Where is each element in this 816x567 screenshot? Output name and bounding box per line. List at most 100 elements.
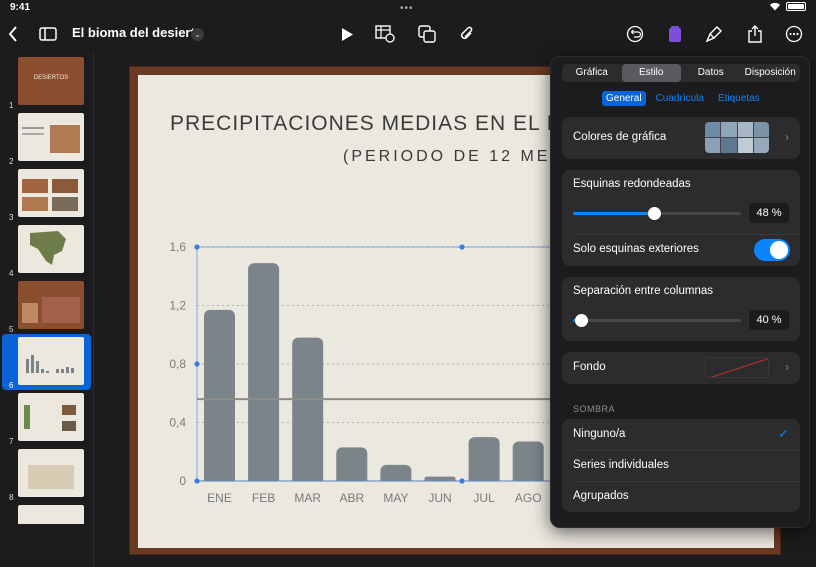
shadow-option-label: Agrupados bbox=[573, 490, 629, 502]
x-tick-label: JUL bbox=[473, 491, 495, 505]
selection-handle bbox=[194, 244, 200, 250]
slider-fill bbox=[573, 212, 654, 215]
tab-estilo[interactable]: Estilo bbox=[621, 64, 681, 82]
bar bbox=[248, 263, 280, 487]
format-tabs: Gráfica Estilo Datos Disposición bbox=[562, 64, 800, 82]
x-tick-label: ENE bbox=[207, 491, 232, 505]
slide-7-thumb bbox=[18, 393, 84, 441]
slide-number: 6 bbox=[9, 381, 14, 390]
multitask-dots[interactable]: ••• bbox=[400, 3, 414, 14]
document-title[interactable]: El bioma del desierto bbox=[72, 25, 203, 40]
chart-colors-swatch bbox=[705, 122, 769, 153]
paperclip-icon[interactable] bbox=[458, 16, 476, 52]
share-icon[interactable] bbox=[745, 16, 765, 52]
slide-2-thumb bbox=[18, 113, 84, 161]
more-options-icon[interactable] bbox=[784, 16, 804, 52]
format-paintbrush-icon[interactable] bbox=[704, 16, 724, 52]
selection-handle bbox=[459, 244, 465, 250]
y-tick-label: 1,2 bbox=[169, 299, 186, 313]
tab-disposicion[interactable]: Disposición bbox=[741, 64, 801, 82]
slide-thumbnail-1[interactable]: DESIERTOS 1 bbox=[0, 54, 94, 110]
play-icon[interactable] bbox=[338, 16, 356, 52]
sidebar-toggle-icon[interactable] bbox=[38, 16, 58, 52]
chart-colors-row[interactable]: Colores de gráfica › bbox=[562, 117, 800, 159]
slide-thumbnail-2[interactable]: 2 bbox=[0, 110, 94, 166]
slider-knob[interactable] bbox=[575, 314, 589, 327]
slide-1-thumb-title: DESIERTOS bbox=[33, 75, 69, 81]
slide-thumbnail-9[interactable] bbox=[0, 502, 94, 524]
outer-corners-toggle[interactable] bbox=[754, 239, 790, 261]
slide-number: 1 bbox=[9, 101, 14, 110]
y-tick-label: 0,8 bbox=[169, 357, 186, 371]
slide-thumbnail-7[interactable]: 7 bbox=[0, 390, 94, 446]
slide-number: 4 bbox=[9, 269, 14, 278]
collaboration-icon[interactable] bbox=[665, 16, 685, 52]
selection-handle bbox=[194, 478, 200, 484]
bar bbox=[468, 437, 500, 487]
x-tick-label: MAR bbox=[294, 491, 321, 505]
subtab-general[interactable]: General bbox=[602, 91, 646, 106]
subtab-cuadricula[interactable]: Cuadrícula bbox=[652, 91, 708, 106]
column-gap-value[interactable]: 40 % bbox=[749, 310, 789, 330]
slide-5-thumb bbox=[18, 281, 84, 329]
x-tick-label: ABR bbox=[339, 491, 364, 505]
slider-knob[interactable] bbox=[647, 207, 661, 220]
slide-thumbnail-3[interactable]: 3 bbox=[0, 166, 94, 222]
bar bbox=[512, 441, 544, 487]
background-row[interactable]: Fondo › bbox=[562, 352, 800, 384]
checkmark-icon: ✓ bbox=[778, 426, 789, 441]
wifi-icon bbox=[770, 2, 780, 11]
slide-number: 7 bbox=[9, 437, 14, 446]
slide-9-thumb bbox=[18, 505, 84, 524]
outer-corners-label: Solo esquinas exteriores bbox=[573, 243, 699, 255]
slide-6-thumb bbox=[18, 337, 84, 385]
slide-4-thumb bbox=[18, 225, 84, 273]
insert-table-icon[interactable] bbox=[374, 16, 396, 52]
background-label: Fondo bbox=[573, 361, 606, 373]
rounded-corners-value[interactable]: 48 % bbox=[749, 203, 789, 223]
slide-thumbnail-8[interactable]: 8 bbox=[0, 446, 94, 502]
y-tick-label: 0,4 bbox=[169, 416, 186, 430]
rounded-corners-slider[interactable] bbox=[573, 207, 741, 220]
undo-icon[interactable] bbox=[625, 16, 645, 52]
shadow-option-none[interactable]: Ninguno/a ✓ bbox=[562, 419, 800, 450]
shadow-option-label: Series individuales bbox=[573, 459, 669, 471]
shadow-option-label: Ninguno/a bbox=[573, 428, 626, 440]
tab-datos[interactable]: Datos bbox=[681, 64, 741, 82]
subtab-etiquetas[interactable]: Etiquetas bbox=[714, 91, 764, 106]
slide-thumbnail-5[interactable]: 5 bbox=[0, 278, 94, 334]
column-gap-slider[interactable] bbox=[573, 314, 741, 327]
back-icon[interactable] bbox=[4, 16, 22, 52]
selection-handle bbox=[194, 361, 200, 367]
x-tick-label: FEB bbox=[252, 491, 275, 505]
slide-navigator: DESIERTOS 1 2 3 4 5 6 7 8 bbox=[0, 52, 94, 567]
slide-3-thumb bbox=[18, 169, 84, 217]
toolbar: El bioma del desierto ⌄ bbox=[0, 16, 816, 52]
slide-thumbnail-4[interactable]: 4 bbox=[0, 222, 94, 278]
bar bbox=[292, 337, 324, 487]
rounded-corners-label: Esquinas redondeadas bbox=[573, 178, 691, 190]
x-tick-label: MAY bbox=[383, 491, 408, 505]
selection-handle bbox=[459, 478, 465, 484]
status-time: 9:41 bbox=[10, 2, 31, 13]
slide-number: 8 bbox=[9, 493, 14, 502]
chart-colors-label: Colores de gráfica bbox=[573, 131, 667, 143]
tab-grafica[interactable]: Gráfica bbox=[562, 64, 622, 82]
rounded-corners-card: Esquinas redondeadas 48 % Solo esquinas … bbox=[562, 170, 800, 266]
slide-1-thumb: DESIERTOS bbox=[18, 57, 84, 105]
title-chevron-down-icon[interactable]: ⌄ bbox=[191, 28, 204, 41]
x-tick-label: JUN bbox=[428, 491, 451, 505]
x-tick-label: AGO bbox=[515, 491, 542, 505]
shadow-option-grouped[interactable]: Agrupados bbox=[562, 481, 800, 512]
shadow-section-header: SOMBRA bbox=[573, 404, 616, 414]
slide-number: 2 bbox=[9, 157, 14, 166]
column-gap-label: Separación entre columnas bbox=[573, 285, 713, 297]
slide-8-thumb bbox=[18, 449, 84, 497]
style-subtabs: General Cuadrícula Etiquetas bbox=[602, 91, 764, 106]
y-tick-label: 0 bbox=[179, 474, 186, 488]
shadow-option-individual[interactable]: Series individuales bbox=[562, 450, 800, 481]
slide-thumbnail-6-selected[interactable]: 6 bbox=[2, 334, 91, 390]
shapes-icon[interactable] bbox=[417, 16, 437, 52]
slide-number: 5 bbox=[9, 325, 14, 334]
format-popover: Gráfica Estilo Datos Disposición General… bbox=[550, 56, 810, 528]
